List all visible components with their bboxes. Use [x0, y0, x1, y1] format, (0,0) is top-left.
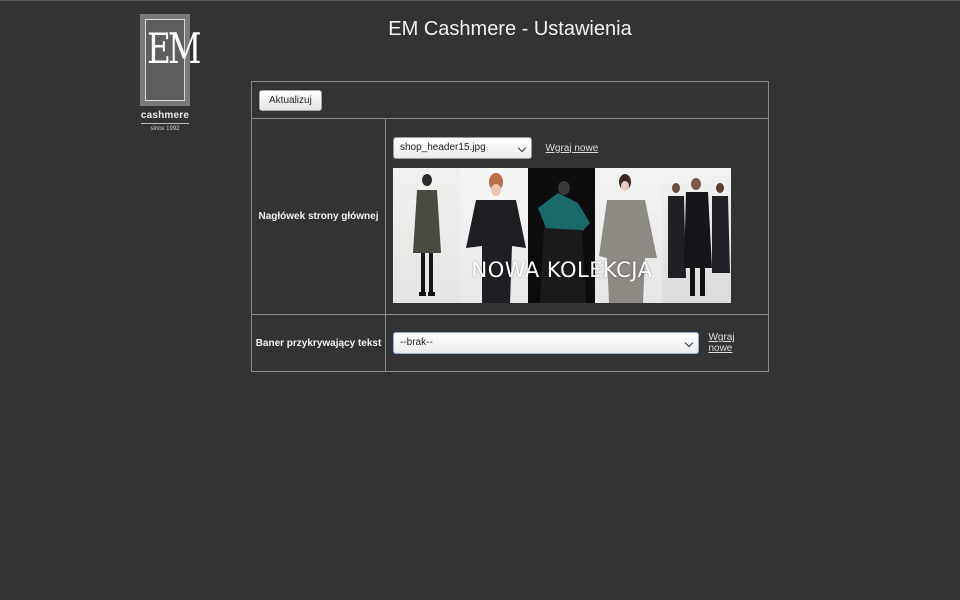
page-title: EM Cashmere - Ustawienia	[388, 18, 632, 40]
banner-select-value: --brak--	[400, 337, 433, 348]
header-preview-image: NOWA KOLEKCJA	[393, 168, 731, 303]
preview-panel-coat	[393, 168, 460, 303]
settings-table: Aktualizuj Nagłówek strony głównej shop_…	[251, 81, 769, 372]
banner-setting-content: --brak-- Wgraj nowe	[386, 315, 768, 371]
header-setting-content: shop_header15.jpg Wgraj nowe NOWA KOLEKC…	[386, 119, 768, 314]
header-upload-link[interactable]: Wgraj nowe	[545, 143, 598, 154]
logo-wordmark: cashmere	[140, 110, 190, 121]
banner-setting-label: Baner przykrywający tekst	[252, 315, 386, 371]
banner-select[interactable]: --brak--	[393, 332, 700, 354]
chevron-down-icon	[517, 143, 527, 153]
update-button[interactable]: Aktualizuj	[259, 89, 322, 111]
preview-panel-group	[662, 168, 731, 303]
preview-panel-dark	[528, 168, 595, 303]
banner-setting-row: Baner przykrywający tekst --brak-- Wgraj…	[252, 314, 768, 371]
header-file-select-value: shop_header15.jpg	[400, 142, 486, 153]
logo-box: EM	[140, 14, 201, 106]
em-cashmere-logo: EM cashmere since 1992	[140, 14, 201, 139]
chevron-down-icon	[685, 338, 694, 348]
toolbar-row: Aktualizuj	[252, 82, 768, 118]
logo-since: since 1992	[150, 126, 180, 132]
header-file-select[interactable]: shop_header15.jpg	[393, 137, 532, 159]
header-setting-label: Nagłówek strony głównej	[252, 119, 386, 314]
preview-panel-sweater	[460, 168, 528, 303]
banner-upload-link[interactable]: Wgraj nowe	[708, 332, 761, 354]
preview-panel-grey	[595, 168, 662, 303]
header-setting-row: Nagłówek strony głównej shop_header15.jp…	[252, 118, 768, 314]
logo-monogram: EM	[147, 24, 201, 73]
preview-caption: NOWA KOLEKCJA	[471, 258, 653, 282]
